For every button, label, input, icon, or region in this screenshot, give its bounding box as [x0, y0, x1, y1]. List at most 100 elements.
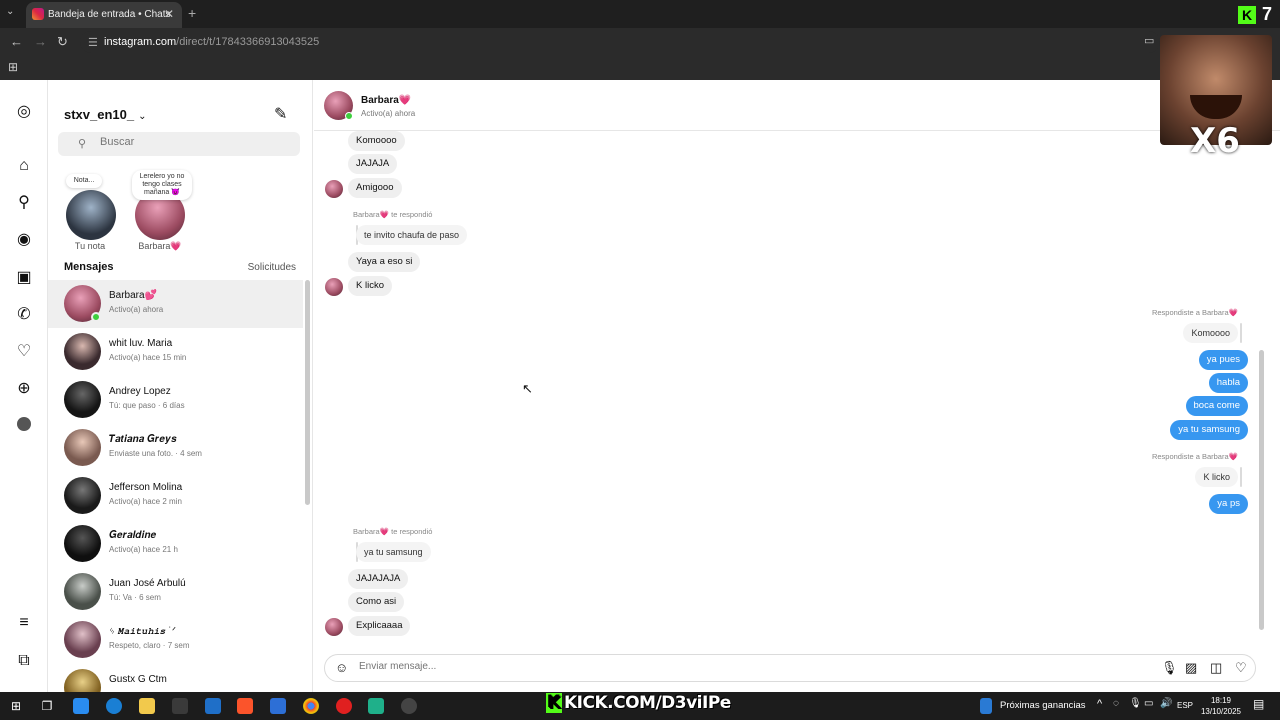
reply-bar	[1240, 467, 1242, 487]
search-field[interactable]: ⚲	[58, 132, 300, 156]
back-icon[interactable]: ←	[10, 34, 23, 49]
conversation-item[interactable]: Barbara💕 Activo(a) ahora	[48, 280, 303, 328]
tray-app-icon[interactable]: ◌	[1113, 698, 1119, 709]
close-tab-icon[interactable]: ✕	[164, 7, 174, 21]
outgoing-message[interactable]: boca come	[1185, 396, 1248, 416]
explore-icon[interactable]: ◉	[14, 230, 34, 250]
reload-icon[interactable]: ↻	[57, 34, 68, 50]
image-icon[interactable]: ▨	[1185, 660, 1197, 676]
notifications-heart-icon[interactable]: ♡	[14, 342, 34, 362]
search-input[interactable]	[100, 136, 290, 148]
conversation-item[interactable]: Juan José Arbulú Tú: Va · 6 sem	[48, 568, 303, 616]
reply-quote[interactable]: K licko	[1195, 467, 1238, 487]
instagram-nav-rail: ◎ ⌂ ⚲ ◉ ▣ ✆ ♡ ⊕ ≡ ⧉	[0, 80, 48, 692]
tray-overflow-icon[interactable]: ^	[1097, 698, 1102, 710]
store-icon[interactable]	[172, 698, 188, 714]
mail-icon[interactable]	[205, 698, 221, 714]
browser-tab[interactable]: Bandeja de entrada • Chats ✕	[26, 2, 182, 28]
microphone-icon[interactable]: 🎙	[1161, 660, 1178, 676]
conversation-item[interactable]: Andrey Lopez Tú: que paso · 6 días	[48, 376, 303, 424]
opera-icon[interactable]	[336, 698, 352, 714]
kick-channel-text: KICK.COM/D3viIPe	[564, 693, 731, 713]
inbox-scrollbar[interactable]	[305, 280, 310, 505]
username-label: stxv_en10_	[64, 107, 135, 122]
brave-icon[interactable]	[237, 698, 253, 714]
reels-icon[interactable]: ▣	[14, 268, 34, 288]
outgoing-message[interactable]: habla	[1208, 373, 1248, 393]
incoming-message[interactable]: Komoooo	[348, 131, 405, 151]
app-icon[interactable]	[368, 698, 384, 714]
language-indicator[interactable]: ESP	[1177, 701, 1193, 710]
outgoing-message[interactable]: ya pues	[1198, 350, 1248, 370]
url-field[interactable]: ☰ instagram.com/direct/t/178433669130435…	[80, 31, 1160, 53]
message-input[interactable]	[359, 661, 1119, 672]
incoming-message[interactable]: Amigooo	[348, 178, 402, 198]
site-info-icon[interactable]: ☰	[88, 36, 98, 49]
emoji-icon[interactable]: ☺	[335, 660, 348, 675]
reply-quote[interactable]: te invito chaufa de paso	[356, 225, 468, 245]
forward-icon[interactable]: →	[34, 34, 47, 49]
obs-icon[interactable]	[401, 698, 417, 714]
edge-icon[interactable]	[106, 698, 122, 714]
chat-header[interactable]: Barbara💗 Activo(a) ahora	[314, 80, 1280, 131]
online-indicator	[91, 312, 101, 322]
apps-grid-icon[interactable]: ⊞	[8, 60, 18, 74]
calculator-icon[interactable]	[270, 698, 286, 714]
home-icon[interactable]: ⌂	[14, 156, 34, 176]
conversation-item[interactable]: 𝑮𝒆𝒓𝒂𝒍𝒅𝒊𝒏𝒆 Activo(a) hace 21 h	[48, 520, 303, 568]
avatar	[64, 477, 101, 514]
network-icon[interactable]: ▭	[1144, 698, 1153, 709]
copilot-icon[interactable]	[73, 698, 89, 714]
conversation-preview: Enviaste una foto. · 4 sem	[109, 449, 202, 458]
message-composer[interactable]: ☺ 🎙 ▨ ◫ ♡	[324, 654, 1256, 682]
incoming-message[interactable]: JAJAJA	[348, 154, 398, 174]
profile-avatar-icon[interactable]	[14, 417, 34, 437]
incoming-message[interactable]: Como asi	[348, 592, 405, 612]
windows-start-icon[interactable]: ⊞	[8, 698, 24, 714]
instagram-logo-icon[interactable]: ◎	[14, 102, 34, 122]
outgoing-message[interactable]: ya ps	[1209, 494, 1248, 514]
incoming-message[interactable]: Explicaaaa	[348, 616, 411, 636]
messenger-icon[interactable]: ✆	[14, 305, 34, 325]
account-switcher[interactable]: stxv_en10_ ⌄	[64, 107, 147, 122]
microphone-tray-icon[interactable]: 🎙	[1129, 698, 1142, 709]
search-icon[interactable]: ⚲	[14, 193, 34, 213]
conversation-name: Andrey Lopez	[109, 386, 171, 397]
create-icon[interactable]: ⊕	[14, 379, 34, 399]
tab-search-icon[interactable]: ⌄	[6, 6, 14, 17]
also-from-meta-icon[interactable]: ⧉	[14, 651, 34, 671]
messages-header: Mensajes	[64, 261, 114, 273]
incoming-message[interactable]: K licko	[348, 276, 392, 296]
conversation-item[interactable]: Gustx G Ctm	[48, 664, 303, 692]
requests-link[interactable]: Solicitudes	[248, 262, 296, 273]
compose-message-icon[interactable]: ✎	[274, 104, 287, 124]
reply-quote[interactable]: Komoooo	[1183, 323, 1238, 343]
widgets-icon[interactable]	[980, 698, 992, 714]
sender-avatar	[325, 618, 343, 636]
chat-contact-name[interactable]: Barbara💗	[361, 95, 411, 106]
cast-icon[interactable]: ▭	[1144, 34, 1154, 47]
widgets-text[interactable]: Próximas ganancias	[1000, 700, 1086, 711]
conversation-item[interactable]: 𝑻𝒂𝒕𝒊𝒂𝒏𝒂 𝑮𝒓𝒆𝒚𝒔 Enviaste una foto. · 4 sem	[48, 424, 303, 472]
conversation-item[interactable]: ᛃ 𝑴𝒂𝒊𝒕𝒖𝒉𝒊𝒔 ˙ᐟ Respeto, claro · 7 sem	[48, 616, 303, 664]
reply-quote[interactable]: ya tu samsung	[356, 542, 431, 562]
sticker-icon[interactable]: ◫	[1210, 660, 1222, 676]
task-view-icon[interactable]: ❐	[39, 698, 55, 714]
conversation-item[interactable]: Jefferson Molina Activo(a) hace 2 min	[48, 472, 303, 520]
conversation-item[interactable]: whit luv. Maria Activo(a) hace 15 min	[48, 328, 303, 376]
chrome-icon[interactable]	[303, 698, 319, 714]
file-explorer-icon[interactable]	[139, 698, 155, 714]
volume-icon[interactable]: 🔊	[1160, 698, 1172, 709]
heart-icon[interactable]: ♡	[1235, 660, 1247, 676]
system-clock[interactable]: 18:19 13/10/2025	[1196, 695, 1246, 717]
more-menu-icon[interactable]: ≡	[14, 613, 34, 633]
incoming-message[interactable]: Yaya a eso si	[348, 252, 421, 272]
stream-emote-overlay: X6	[1160, 35, 1272, 161]
incoming-message[interactable]: JAJAJAJA	[348, 569, 409, 589]
note-label: Barbara💗	[138, 241, 182, 251]
new-tab-icon[interactable]: +	[188, 5, 196, 21]
chat-scrollbar[interactable]	[1259, 350, 1264, 630]
outgoing-message[interactable]: ya tu samsung	[1170, 420, 1248, 440]
browser-tab-bar: ⌄ Bandeja de entrada • Chats ✕ +	[0, 0, 1280, 28]
notifications-icon[interactable]: ▤	[1253, 697, 1264, 711]
